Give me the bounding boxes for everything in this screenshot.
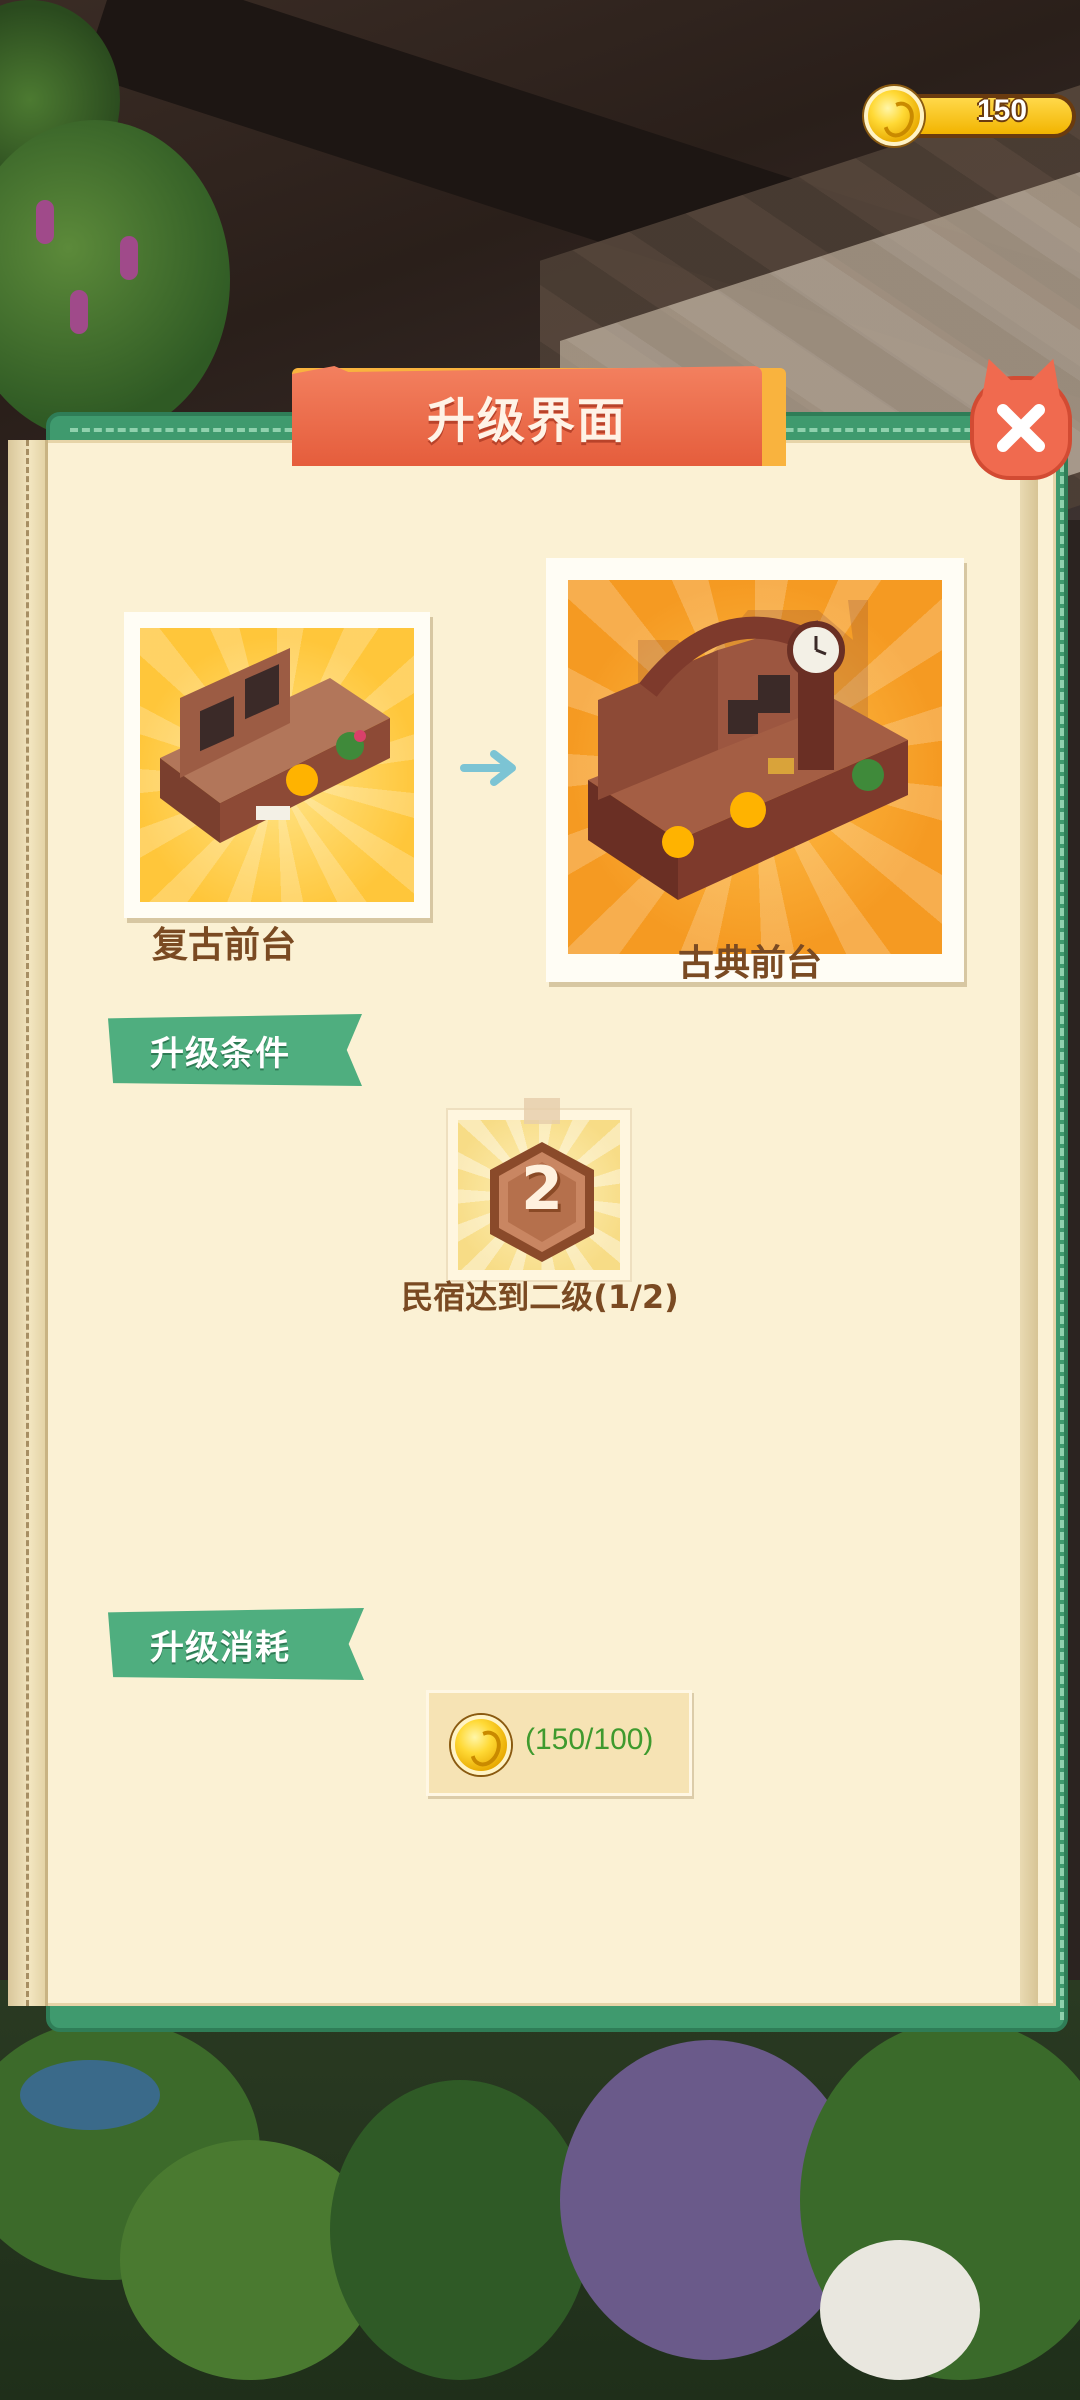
- coin-icon: [451, 1715, 511, 1775]
- dialog-title-ribbon: 升级界面: [292, 366, 762, 466]
- current-item-image: [140, 628, 414, 902]
- conditions-section-header: 升级条件: [108, 1014, 362, 1086]
- next-item-image: [568, 580, 942, 954]
- current-item-name: 复古前台: [152, 925, 297, 966]
- coin-counter: 150: [864, 86, 1076, 146]
- cost-item: (150/100): [426, 1690, 692, 1796]
- close-button[interactable]: [970, 376, 1072, 480]
- coin-count: 150: [976, 94, 1028, 127]
- book-spine: [8, 440, 48, 2006]
- condition-label: 民宿达到二级(1/2): [401, 1278, 679, 1316]
- coin-icon: [864, 86, 924, 146]
- arrow-right-icon: [460, 750, 516, 786]
- current-item-card: [124, 612, 430, 918]
- condition-item: 2: [446, 1098, 632, 1282]
- dialog-title: 升级界面: [426, 393, 627, 449]
- cost-value: (150/100): [525, 1723, 654, 1756]
- next-item-name: 古典前台: [678, 943, 823, 984]
- scene-bottom: [0, 1980, 1080, 2400]
- close-icon: [997, 404, 1045, 452]
- level-badge-number: 2: [521, 1154, 563, 1224]
- cost-section-header: 升级消耗: [108, 1608, 364, 1680]
- next-item-card: [546, 558, 964, 982]
- bush: [0, 120, 230, 440]
